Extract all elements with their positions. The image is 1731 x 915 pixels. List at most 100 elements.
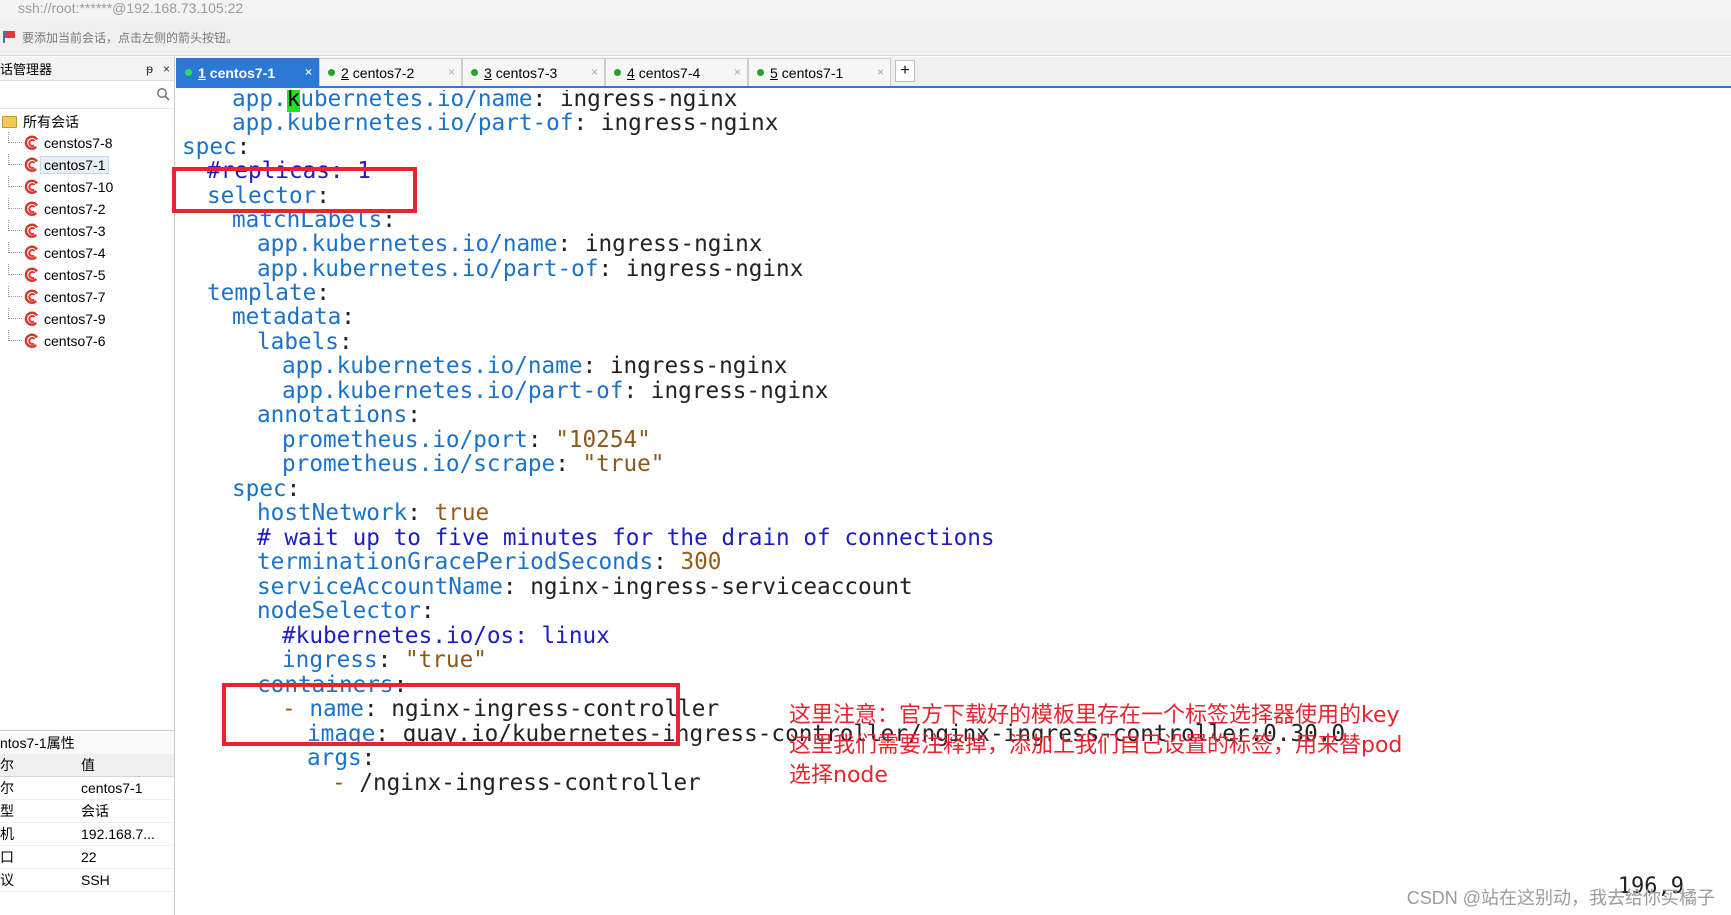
terminal-token: "10254" — [555, 427, 651, 453]
property-key: 型 — [0, 803, 14, 819]
pin-icon[interactable]: ᵽ — [146, 62, 153, 76]
tree-connector — [8, 308, 22, 319]
properties-title: ntos7-1属性 — [0, 730, 174, 754]
property-key: 口 — [0, 849, 14, 865]
session-item[interactable]: centos7-10 — [0, 176, 174, 198]
replicas-highlight-box — [172, 167, 417, 213]
session-item[interactable]: centos7-7 — [0, 286, 174, 308]
annotation-line: 选择node — [789, 763, 888, 788]
terminal-token: "true" — [582, 451, 665, 477]
status-dot-icon — [185, 69, 192, 76]
close-icon[interactable]: × — [163, 62, 170, 76]
session-item[interactable]: centos7-4 — [0, 242, 174, 264]
property-key: 尔 — [0, 780, 14, 796]
terminal-line: app.kubernetes.io/name: ingress-nginx — [282, 353, 787, 379]
tab-close-icon[interactable]: × — [448, 65, 455, 79]
watermark: CSDN @站在这别动，我去给你买橘子 — [1406, 888, 1715, 908]
session-icon — [24, 179, 39, 194]
session-item[interactable]: centos7-1 — [0, 154, 174, 176]
new-tab-button[interactable]: + — [895, 60, 915, 82]
tab-close-icon[interactable]: × — [734, 65, 741, 79]
terminal-line: prometheus.io/port: "10254" — [282, 427, 651, 453]
terminal-token: : — [653, 549, 681, 575]
node-selector-highlight-box — [222, 683, 680, 746]
session-item[interactable]: centos7-2 — [0, 198, 174, 220]
status-dot-icon — [328, 69, 335, 76]
tab-centos7-4[interactable]: 4 centos7-4 × — [605, 58, 748, 86]
session-manager-title: 话管理器 — [0, 62, 53, 77]
tree-root-label: 所有会话 — [23, 114, 79, 130]
session-label: centos7-4 — [44, 245, 106, 261]
tab-centos7-3[interactable]: 3 centos7-3 × — [462, 58, 605, 86]
tab-close-icon[interactable]: × — [305, 65, 312, 79]
tab-bar: 1 centos7-1 × 2 centos7-2 × 3 centos7-3 × 4 centos… — [176, 57, 1731, 88]
session-label: centos7-5 — [44, 267, 106, 283]
terminal-token: app.kubernetes.io/name — [282, 353, 583, 379]
tab-centos7-1[interactable]: 1 centos7-1 × — [176, 58, 319, 86]
text-cursor: k — [286, 90, 301, 112]
tab-close-icon[interactable]: × — [877, 65, 884, 79]
terminal-token: template — [207, 280, 317, 306]
session-item[interactable]: centos7-9 — [0, 308, 174, 330]
terminal-token: #kubernetes.io/os: linux — [282, 623, 610, 649]
terminal-line: #kubernetes.io/os: linux — [282, 623, 610, 649]
tree-connector — [8, 264, 22, 275]
terminal-token: : — [286, 476, 301, 502]
terminal-token: : — [341, 304, 355, 330]
session-item[interactable]: censtos7-8 — [0, 132, 174, 154]
session-label: censtos7-8 — [44, 135, 113, 151]
terminal-line: - /nginx-ingress-controller — [332, 770, 701, 796]
session-label: centos7-1 — [40, 156, 110, 174]
annotation-note: 这里注意：官方下载好的模板里存在一个标签选择器使用的key 这里我们需要注释掉，… — [789, 701, 1402, 791]
session-item[interactable]: centos7-5 — [0, 264, 174, 286]
terminal-token: : — [407, 402, 421, 428]
terminal-view[interactable]: app.kubernetes.io/name: ingress-nginx app… — [176, 90, 1731, 915]
terminal-token: serviceAccountName — [257, 574, 503, 600]
property-value: centos7-1 — [81, 780, 143, 796]
terminal-token: : — [236, 134, 251, 160]
terminal-token: app.kubernetes.io/part-of — [257, 256, 599, 282]
tab-label: centos7-3 — [495, 64, 558, 81]
tree-connector — [8, 132, 22, 143]
session-label: centos7-7 — [44, 289, 106, 305]
tab-number: 5 — [770, 64, 778, 81]
tab-label: centos7-1 — [209, 64, 276, 81]
tab-centos7-1[interactable]: 5 centos7-1 × — [748, 58, 891, 86]
tree-connector — [8, 176, 22, 187]
tab-number: 3 — [484, 64, 492, 81]
tree-connector — [8, 220, 22, 231]
terminal-token: : — [420, 598, 435, 624]
status-dot-icon — [757, 69, 764, 76]
terminal-token: : ingress-nginx — [557, 231, 763, 257]
terminal-token: terminationGracePeriodSeconds — [257, 549, 654, 575]
tab-close-icon[interactable]: × — [591, 65, 598, 79]
tab-label: centos7-2 — [352, 64, 415, 81]
session-icon — [24, 245, 39, 260]
terminal-line: labels: — [257, 329, 353, 355]
terminal-line: args: — [307, 745, 375, 771]
tab-centos7-2[interactable]: 2 centos7-2 × — [319, 58, 462, 86]
property-value: 22 — [81, 849, 97, 865]
properties-header-value: 值 — [81, 757, 95, 773]
session-label: centos7-9 — [44, 311, 106, 327]
session-item[interactable]: centso7-6 — [0, 330, 174, 352]
session-tree: 所有会话 censtos7-8 centos7-1 centos7-10 centos… — [0, 109, 174, 352]
terminal-token: app. — [232, 90, 287, 112]
terminal-token: : — [555, 451, 583, 477]
search-icon[interactable] — [156, 87, 170, 101]
tab-number: 1 — [198, 64, 206, 81]
properties-table: 尔 值 尔 centos7-1 型 会话机 192.168.7... 口 22 议 SSH — [0, 754, 174, 892]
terminal-token: : — [377, 647, 405, 673]
session-manager-panel: 话管理器 ᵽ × 所有会话 censtos7-8 centos7-1 centos7… — [0, 57, 175, 915]
tab-number: 4 — [627, 64, 635, 81]
terminal-token: args — [307, 745, 362, 771]
terminal-token: : — [338, 329, 353, 355]
terminal-token: : — [361, 745, 376, 771]
session-icon — [24, 333, 39, 348]
property-value: 会话 — [81, 803, 109, 819]
session-search-input[interactable] — [0, 81, 174, 109]
address-bar: ssh://root:******@192.168.73.105:22 — [0, 0, 1731, 19]
status-dot-icon — [471, 69, 478, 76]
tree-root-all-sessions[interactable]: 所有会话 — [0, 112, 174, 132]
session-item[interactable]: centos7-3 — [0, 220, 174, 242]
